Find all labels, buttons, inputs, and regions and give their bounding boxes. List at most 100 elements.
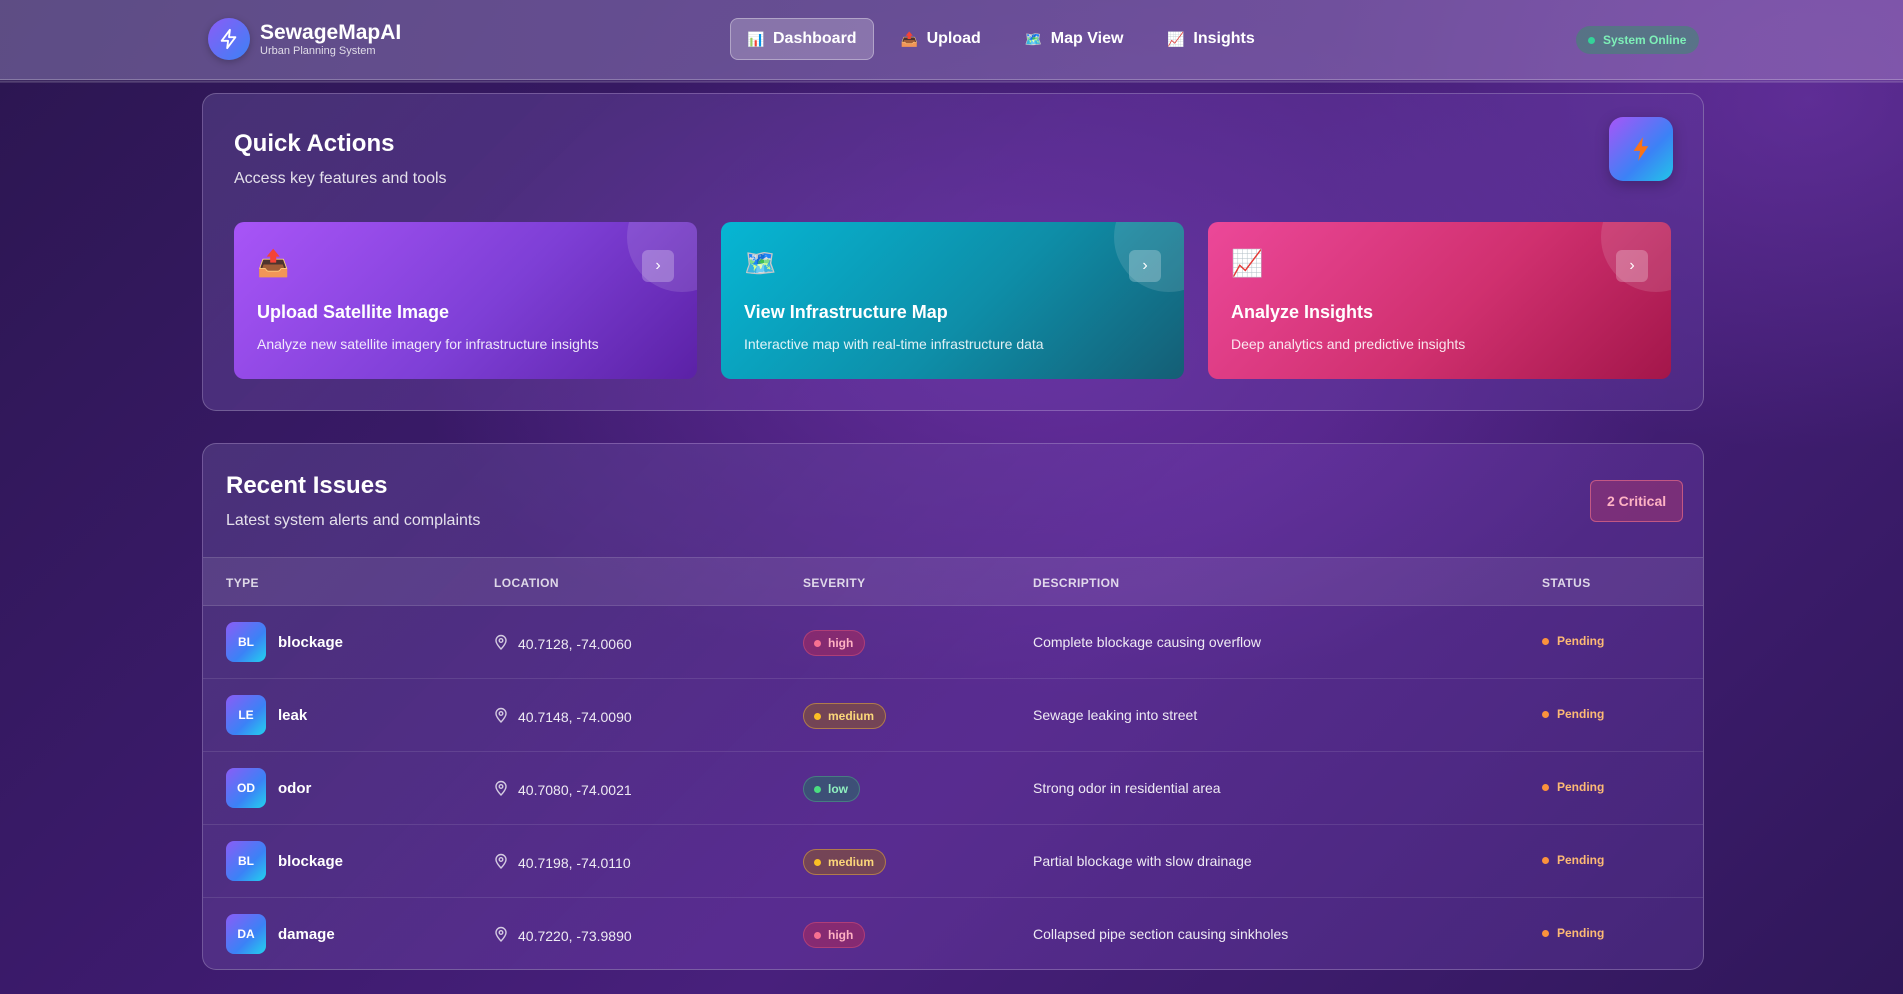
issue-description: Collapsed pipe section causing sinkholes (1033, 926, 1289, 942)
severity-badge: high (803, 922, 866, 948)
top-header: SewageMapAI Urban Planning System 📊 Dash… (0, 0, 1903, 83)
status-dot-icon (1542, 783, 1549, 791)
status-label: Pending (1557, 926, 1605, 940)
issue-location: 40.7080, -74.0021 (494, 780, 632, 799)
severity-dot-icon (814, 931, 821, 939)
location-coordinates: 40.7080, -74.0021 (518, 781, 632, 798)
upload-satellite-card[interactable]: 📤 › Upload Satellite Image Analyze new s… (234, 222, 697, 379)
location-coordinates: 40.7148, -74.0090 (518, 708, 632, 725)
table-header: TYPE LOCATION SEVERITY DESCRIPTION STATU… (203, 557, 1703, 606)
lightning-logo-icon (208, 18, 250, 60)
brand-title: SewageMapAI (260, 20, 402, 44)
severity-badge: high (803, 630, 866, 656)
location-pin-icon (494, 926, 508, 945)
type-avatar: DA (226, 914, 266, 954)
column-header-status: STATUS (1542, 576, 1591, 590)
location-pin-icon (494, 853, 508, 872)
type-avatar: BL (226, 841, 266, 881)
card-title: Upload Satellite Image (257, 302, 450, 322)
status-dot-icon (1588, 36, 1595, 44)
nav-upload[interactable]: 📤 Upload (884, 18, 998, 60)
map-icon: 🗺️ (1024, 30, 1043, 47)
issue-type: odor (278, 780, 312, 797)
status-dot-icon (1542, 856, 1549, 864)
trend-chart-icon: 📈 (1231, 248, 1264, 278)
view-map-card[interactable]: 🗺️ › View Infrastructure Map Interactive… (721, 222, 1184, 379)
issue-status: Pending (1542, 707, 1604, 721)
location-coordinates: 40.7220, -73.9890 (518, 927, 632, 944)
analyze-insights-card[interactable]: 📈 › Analyze Insights Deep analytics and … (1208, 222, 1671, 379)
table-row[interactable]: DA damage 40.7220, -73.9890 high Collapsed p… (203, 898, 1703, 969)
severity-dot-icon (814, 858, 821, 866)
issue-type: blockage (278, 634, 344, 651)
issue-location: 40.7220, -73.9890 (494, 926, 632, 945)
quick-actions-title: Quick Actions (234, 130, 395, 157)
status-dot-icon (1542, 637, 1549, 645)
nav-upload-label: Upload (926, 30, 981, 47)
severity-label: medium (828, 855, 875, 869)
severity-label: medium (828, 709, 875, 723)
type-avatar: BL (226, 622, 266, 662)
nav-map-view-label: Map View (1050, 30, 1124, 47)
issue-type: blockage (278, 853, 344, 870)
issue-description: Sewage leaking into street (1033, 707, 1198, 723)
severity-dot-icon (814, 639, 821, 647)
issue-status: Pending (1542, 634, 1604, 648)
system-status-label: System Online (1603, 33, 1687, 47)
status-label: Pending (1557, 707, 1605, 721)
upload-icon: 📤 (900, 30, 919, 47)
nav-dashboard[interactable]: 📊 Dashboard (730, 18, 874, 60)
severity-badge: medium (803, 849, 887, 875)
brand-subtitle: Urban Planning System (260, 44, 376, 57)
card-description: Deep analytics and predictive insights (1231, 336, 1466, 352)
quick-actions-panel: Quick Actions Access key features and to… (202, 93, 1704, 411)
location-coordinates: 40.7198, -74.0110 (518, 854, 631, 871)
card-description: Analyze new satellite imagery for infras… (257, 336, 599, 352)
table-row[interactable]: BL blockage 40.7128, -74.0060 high Complete … (203, 606, 1703, 679)
upload-tray-icon: 📤 (257, 248, 290, 278)
table-row[interactable]: BL blockage 40.7198, -74.0110 medium Partial… (203, 825, 1703, 898)
status-dot-icon (1542, 710, 1549, 718)
issue-description: Partial blockage with slow drainage (1033, 853, 1252, 869)
issue-description: Strong odor in residential area (1033, 780, 1221, 796)
brand[interactable]: SewageMapAI Urban Planning System (208, 18, 401, 60)
severity-badge: medium (803, 703, 887, 729)
chevron-right-icon[interactable]: › (1616, 250, 1648, 282)
table-row[interactable]: OD odor 40.7080, -74.0021 low Strong odor in… (203, 752, 1703, 825)
chevron-right-icon[interactable]: › (642, 250, 674, 282)
insights-icon: 📈 (1167, 30, 1185, 47)
severity-badge: low (803, 776, 860, 802)
card-title: Analyze Insights (1231, 302, 1374, 322)
status-dot-icon (1542, 929, 1549, 937)
severity-label: high (828, 636, 854, 650)
location-coordinates: 40.7128, -74.0060 (518, 635, 632, 652)
location-pin-icon (494, 780, 508, 799)
issue-type: damage (278, 926, 335, 943)
nav-dashboard-label: Dashboard (773, 30, 857, 47)
issue-location: 40.7198, -74.0110 (494, 853, 631, 872)
location-pin-icon (494, 707, 508, 726)
column-header-severity: SEVERITY (803, 576, 866, 590)
column-header-description: DESCRIPTION (1033, 576, 1120, 590)
critical-count-badge: 2 Critical (1590, 480, 1684, 522)
type-avatar: LE (226, 695, 266, 735)
world-map-icon: 🗺️ (744, 248, 777, 278)
issue-status: Pending (1542, 926, 1604, 940)
severity-label: high (828, 928, 854, 942)
lightning-icon (1609, 117, 1673, 181)
quick-actions-subtitle: Access key features and tools (234, 170, 447, 187)
card-title: View Infrastructure Map (744, 302, 948, 322)
system-status-badge: System Online (1576, 26, 1700, 54)
recent-issues-subtitle: Latest system alerts and complaints (226, 512, 481, 529)
issue-status: Pending (1542, 780, 1604, 794)
chart-icon: 📊 (747, 30, 765, 47)
chevron-right-icon[interactable]: › (1129, 250, 1161, 282)
issue-location: 40.7128, -74.0060 (494, 634, 632, 653)
issue-status: Pending (1542, 853, 1604, 867)
table-row[interactable]: LE leak 40.7148, -74.0090 medium Sewage leak… (203, 679, 1703, 752)
nav-map-view[interactable]: 🗺️ Map View (1008, 18, 1141, 60)
location-pin-icon (494, 634, 508, 653)
nav-insights[interactable]: 📈 Insights (1150, 18, 1271, 60)
severity-dot-icon (814, 712, 821, 720)
recent-issues-title: Recent Issues (226, 472, 388, 499)
